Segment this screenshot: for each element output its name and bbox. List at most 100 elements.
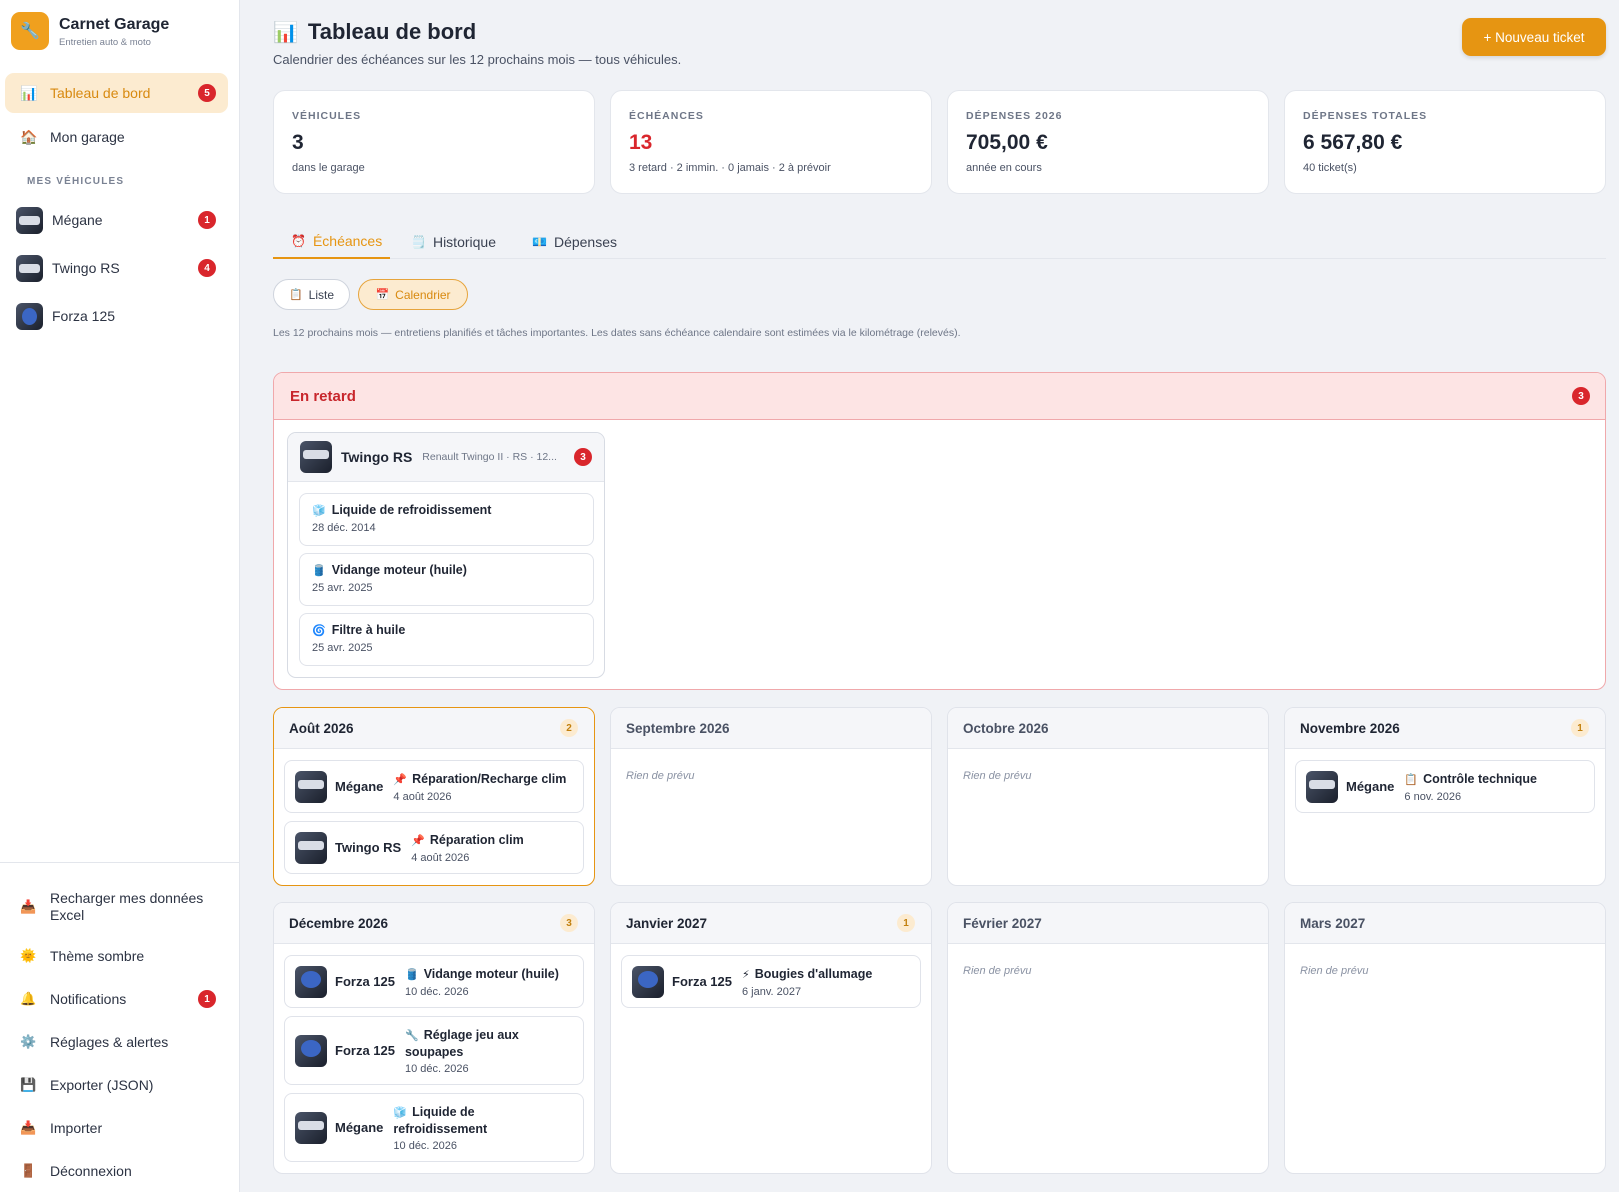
late-task[interactable]: 🧊 Liquide de refroidissement 28 déc. 2014 [299, 493, 594, 546]
calendar-event[interactable]: Forza 125 🔧 Réglage jeu aux soupapes 10 d… [284, 1016, 584, 1085]
event-title: Bougies d'allumage [754, 966, 873, 981]
door-icon: 🚪 [20, 1163, 37, 1178]
sidebar-vehicle-megane[interactable]: Mégane 1 [5, 199, 228, 241]
reload-excel-label: Recharger mes données Excel [50, 890, 204, 923]
sidebar-item-dashboard[interactable]: 📊 Tableau de bord 5 [5, 73, 228, 113]
calendar-event[interactable]: Mégane 📋 Contrôle technique 6 nov. 2026 [1295, 760, 1595, 813]
calendar-event[interactable]: Forza 125 🛢️ Vidange moteur (huile) 10 dé… [284, 955, 584, 1008]
notifications-label: Notifications [50, 991, 127, 1007]
sidebar-vehicle-forza[interactable]: Forza 125 [5, 295, 228, 337]
clipboard-icon: 📋 [288, 289, 303, 301]
vehicle-avatar [16, 206, 43, 234]
view-calendar-button[interactable]: 📅 Calendrier [358, 279, 468, 310]
sidebar-vehicle-twingo[interactable]: Twingo RS 4 [5, 247, 228, 289]
pushpin-icon: 📌 [411, 834, 425, 847]
chart-icon: 📊 [273, 21, 298, 44]
inbox-tray-icon: 📥 [20, 899, 37, 914]
month-card: Août 2026 2 Mégane 📌 Réparation/Recharge … [273, 707, 595, 886]
money-icon: 💶 [532, 235, 547, 249]
import-button[interactable]: 📥 Importer [5, 1117, 228, 1139]
inbox-tray-icon: 📥 [20, 1120, 37, 1135]
late-count-badge: 3 [1572, 387, 1590, 405]
app-subtitle: Entretien auto & moto [59, 37, 151, 48]
month-name: Janvier 2027 [626, 915, 708, 931]
notification-badge: 5 [198, 84, 216, 102]
month-name: Décembre 2026 [289, 915, 389, 931]
task-title: Vidange moteur (huile) [331, 563, 467, 577]
calendar-event[interactable]: Forza 125 ⚡ Bougies d'allumage 6 janv. 20… [621, 955, 921, 1008]
event-vehicle: Forza 125 [672, 974, 732, 989]
notifications-button[interactable]: 🔔 Notifications 1 [5, 988, 228, 1010]
late-title: En retard [290, 387, 356, 405]
page-subtitle: Calendrier des échéances sur les 12 proc… [273, 52, 682, 67]
vehicle-avatar [300, 441, 332, 473]
event-vehicle: Forza 125 [335, 1043, 395, 1058]
vehicle-name: Forza 125 [52, 308, 116, 324]
sidebar-item-garage[interactable]: 🏠 Mon garage [5, 117, 228, 157]
late-vehicle-card[interactable]: Twingo RS Renault Twingo II · RS · 12...… [287, 432, 605, 678]
tab-historique[interactable]: 🗒️ Historique [411, 225, 521, 259]
calendar-event[interactable]: Mégane 🧊 Liquide de refroidissement 10 dé… [284, 1093, 584, 1162]
notepad-icon: 🗒️ [411, 235, 426, 249]
task-title: Filtre à huile [331, 623, 406, 637]
app-title: Carnet Garage [59, 16, 170, 33]
late-task[interactable]: 🛢️ Vidange moteur (huile) 25 avr. 2025 [299, 553, 594, 606]
tab-depenses[interactable]: 💶 Dépenses [532, 225, 642, 259]
vehicle-avatar [295, 1111, 327, 1144]
month-header: Février 2027 [948, 903, 1268, 944]
late-task[interactable]: 🌀 Filtre à huile 25 avr. 2025 [299, 613, 594, 666]
dark-theme-toggle[interactable]: 🌞 Thème sombre [5, 945, 228, 967]
late-section-header: En retard 3 [274, 373, 1605, 420]
calendar-note: Les 12 prochains mois — entretiens plani… [273, 327, 961, 339]
chart-icon: 📊 [20, 84, 38, 101]
vehicle-avatar [16, 254, 43, 282]
reload-excel-button[interactable]: 📥 Recharger mes données Excel [5, 886, 228, 928]
vehicle-avatar [632, 965, 664, 998]
calendar-event[interactable]: Twingo RS 📌 Réparation clim 4 août 2026 [284, 821, 584, 874]
event-date: 4 août 2026 [393, 790, 452, 803]
lightning-icon: ⚡ [741, 968, 750, 981]
event-vehicle: Twingo RS [335, 840, 402, 855]
month-count-badge: 2 [560, 719, 578, 737]
wrench-icon: 🔧 [11, 12, 49, 50]
sidebar-divider [0, 862, 240, 863]
oil-drum-icon: 🛢️ [312, 564, 326, 577]
stat-sub: année en cours [966, 162, 1042, 174]
month-name: Octobre 2026 [963, 720, 1049, 736]
month-count-badge: 1 [1571, 719, 1589, 737]
new-ticket-button[interactable]: + Nouveau ticket [1462, 18, 1606, 56]
tab-echeances[interactable]: ⏰ Échéances [273, 225, 390, 259]
settings-button[interactable]: ⚙️ Réglages & alertes [5, 1031, 228, 1053]
gear-icon: ⚙️ [20, 1034, 37, 1049]
stat-sub: 3 retard · 2 immin. · 0 jamais · 2 à pré… [629, 162, 831, 174]
month-empty-text: Rien de prévu [963, 965, 1032, 977]
logout-button[interactable]: 🚪 Déconnexion [5, 1160, 228, 1182]
event-title: Réparation/Recharge clim [412, 771, 567, 786]
month-card: Novembre 2026 1 Mégane 📋 Contrôle techniq… [1284, 707, 1606, 886]
stat-value: 3 [292, 131, 304, 154]
tab-bar: ⏰ Échéances 🗒️ Historique 💶 Dépenses [273, 225, 1606, 259]
stat-sub: dans le garage [292, 162, 365, 174]
month-header: Novembre 2026 1 [1285, 708, 1605, 749]
logout-label: Déconnexion [50, 1163, 132, 1179]
event-title: Vidange moteur (huile) [423, 966, 559, 981]
month-header: Janvier 2027 1 [611, 903, 931, 944]
export-json-button[interactable]: 💾 Exporter (JSON) [5, 1074, 228, 1096]
calendar-icon: 📅 [375, 289, 390, 301]
month-name: Février 2027 [963, 915, 1042, 931]
calendar-event[interactable]: Mégane 📌 Réparation/Recharge clim 4 août … [284, 760, 584, 813]
task-date: 25 avr. 2025 [312, 582, 373, 594]
event-title: Liquide de refroidissement [393, 1104, 488, 1136]
view-list-button[interactable]: 📋 Liste [273, 279, 350, 310]
sun-icon: 🌞 [20, 948, 37, 963]
vehicle-avatar [295, 1034, 327, 1067]
month-count-badge: 1 [897, 914, 915, 932]
task-title: Liquide de refroidissement [331, 503, 492, 517]
late-section: En retard 3 Twingo RS Renault Twingo II … [273, 372, 1606, 690]
vehicle-late-badge: 3 [574, 448, 592, 466]
month-name: Novembre 2026 [1300, 720, 1400, 736]
vehicle-model: Renault Twingo II · RS · 12... [422, 451, 557, 463]
page-title: 📊 Tableau de bord [273, 19, 476, 45]
event-date: 4 août 2026 [411, 851, 470, 864]
event-vehicle: Mégane [335, 779, 384, 794]
